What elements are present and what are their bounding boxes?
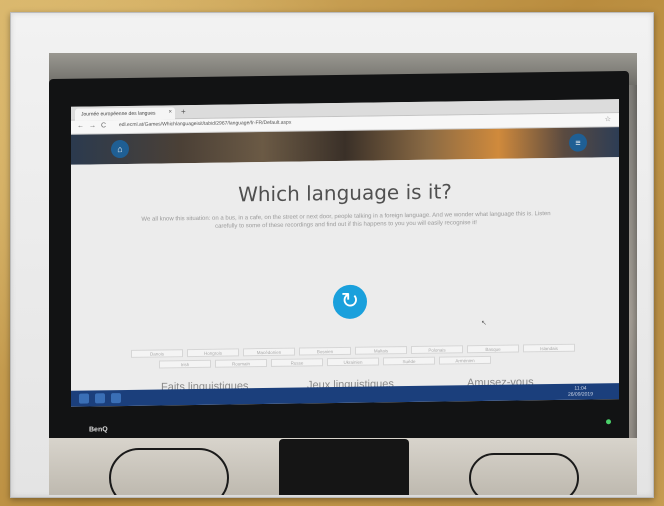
language-button[interactable]: Polonais (411, 345, 463, 354)
monitor: Journée européenne des langues × + ← → C… (49, 70, 629, 452)
taskbar-clock[interactable]: 11:04 26/09/2019 (567, 385, 593, 398)
forward-icon[interactable]: → (89, 122, 96, 129)
screen: Journée européenne des langues × + ← → C… (71, 99, 619, 407)
page-content: Which language is it? We all know this s… (71, 157, 619, 393)
reload-icon[interactable]: C (101, 122, 106, 129)
language-button[interactable]: Bosnien (299, 346, 351, 356)
language-button[interactable]: Arménien (439, 355, 491, 365)
page-title: Which language is it? (238, 179, 452, 207)
browser-icon[interactable] (111, 393, 121, 404)
mouse-cursor-icon: ↖ (481, 319, 487, 328)
monitor-stand (279, 439, 409, 495)
back-icon[interactable]: ← (77, 123, 84, 130)
photo-frame: Journée européenne des langues × + ← → C… (10, 12, 654, 498)
clock-date: 26/09/2019 (567, 391, 593, 398)
tab-close-icon[interactable]: × (168, 109, 172, 115)
cable (469, 453, 579, 495)
photo: Journée européenne des langues × + ← → C… (49, 53, 637, 495)
language-buttons: Danois Hongrois Macédonien Bosnien Malta… (131, 343, 575, 380)
bookmark-star-icon[interactable]: ☆ (605, 115, 611, 123)
language-button[interactable]: Maltais (355, 346, 407, 355)
new-tab-icon[interactable]: + (181, 107, 186, 116)
url-field[interactable]: edl.ecml.at/Games/Whichlanguageisit/tabi… (119, 119, 339, 131)
home-icon[interactable]: ⌂ (111, 139, 129, 159)
language-button[interactable]: Russe (271, 358, 323, 367)
refresh-icon[interactable]: ↻ (333, 284, 367, 320)
power-led (606, 419, 611, 425)
language-button[interactable]: Hongrois (187, 348, 239, 358)
language-button[interactable]: Danois (131, 349, 183, 358)
language-button[interactable]: Basque (467, 344, 519, 354)
tab-title: Journée européenne des langues (81, 110, 156, 118)
language-button[interactable]: Macédonien (243, 347, 295, 357)
explorer-icon[interactable] (95, 393, 105, 404)
language-button[interactable]: Ukrainien (327, 357, 379, 367)
menu-icon[interactable]: ≡ (569, 133, 587, 152)
cable (109, 448, 229, 495)
monitor-brand: BenQ (89, 426, 108, 434)
page-description: We all know this situation: on a bus, in… (141, 211, 551, 230)
language-button[interactable]: Irish (159, 359, 211, 369)
language-button[interactable]: Suède (383, 356, 435, 366)
language-button[interactable]: Islandais (523, 343, 575, 353)
language-button[interactable]: Roumain (215, 359, 267, 368)
start-icon[interactable] (79, 393, 89, 404)
